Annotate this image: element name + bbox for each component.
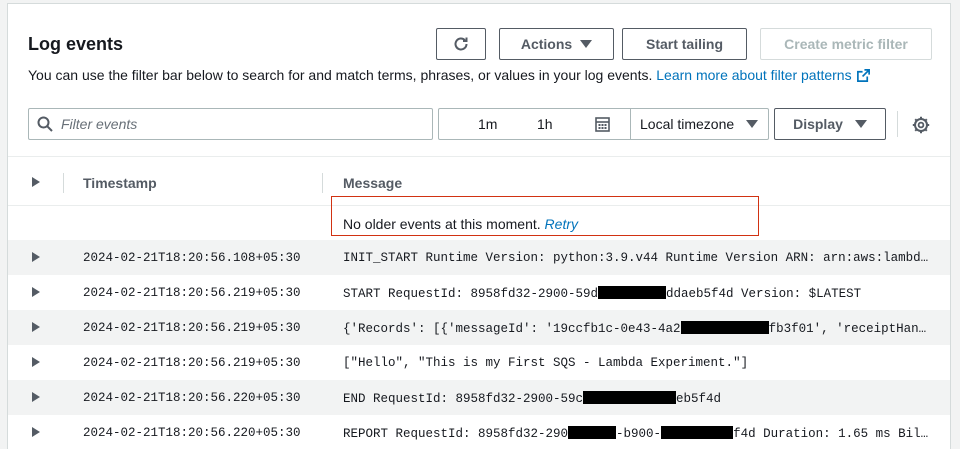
redaction-bar bbox=[680, 321, 769, 334]
message-part: {'Records': [{'messageId': '19ccfb1c-0e4… bbox=[343, 322, 681, 336]
time-range-selector: 1m 1h bbox=[438, 108, 631, 140]
retry-link[interactable]: Retry bbox=[545, 216, 578, 232]
actions-label: Actions bbox=[520, 36, 573, 52]
gear-icon[interactable] bbox=[912, 116, 930, 134]
timezone-value: Local timezone bbox=[640, 116, 735, 132]
redaction-bar bbox=[598, 286, 667, 299]
external-link-icon bbox=[856, 69, 870, 82]
message-part: fb3f01', 'receiptHandle': ' bbox=[768, 322, 933, 336]
row-timestamp: 2024-02-21T18:20:56.219+05:30 bbox=[83, 356, 301, 370]
column-header-message[interactable]: Message bbox=[343, 175, 402, 191]
expand-row-icon[interactable] bbox=[32, 357, 40, 367]
message-part: REPORT RequestId: 8958fd32-290 bbox=[343, 427, 569, 441]
learn-more-link[interactable]: Learn more about filter patterns bbox=[656, 67, 870, 83]
refresh-icon bbox=[454, 37, 468, 51]
row-timestamp: 2024-02-21T18:20:56.220+05:30 bbox=[83, 391, 301, 405]
row-message: {'Records': [{'messageId': '19ccfb1c-0e4… bbox=[343, 321, 933, 336]
row-timestamp: 2024-02-21T18:20:56.108+05:30 bbox=[83, 251, 301, 265]
log-events-table: Timestamp Message No older events at thi… bbox=[8, 156, 950, 449]
display-label: Display bbox=[793, 116, 843, 132]
expand-row-icon[interactable] bbox=[32, 322, 40, 332]
message-part: f4d Duration: 1.65 ms Billed Duration: 2… bbox=[733, 427, 933, 441]
table-row[interactable]: 2024-02-21T18:20:56.220+05:30 END Reques… bbox=[8, 380, 950, 415]
create-metric-filter-button[interactable]: Create metric filter bbox=[760, 28, 932, 60]
caret-down-icon bbox=[854, 120, 867, 128]
message-part: START RequestId: 8958fd32-2900-59d bbox=[343, 287, 599, 301]
expand-all-icon[interactable] bbox=[32, 177, 40, 187]
no-older-events-row: No older events at this moment. Retry bbox=[8, 206, 950, 240]
message-part: eb5f4d bbox=[676, 392, 722, 406]
refresh-button[interactable] bbox=[436, 28, 486, 60]
timezone-select[interactable]: Local timezone bbox=[630, 108, 769, 140]
table-row[interactable]: 2024-02-21T18:20:56.219+05:30 START Requ… bbox=[8, 275, 950, 310]
row-message: END RequestId: 8958fd32-2900-59c eb5f4d bbox=[343, 391, 933, 406]
row-message: REPORT RequestId: 8958fd32-290 -b900- f4d … bbox=[343, 426, 933, 441]
redaction-bar bbox=[661, 426, 734, 439]
redaction-bar bbox=[583, 391, 677, 404]
redaction-bar bbox=[568, 426, 617, 439]
table-row[interactable]: 2024-02-21T18:20:56.108+05:30 INIT_START… bbox=[8, 240, 950, 275]
row-message: ["Hello", "This is my First SQS - Lambda… bbox=[343, 356, 749, 370]
toolbar-divider bbox=[897, 111, 898, 137]
row-message: START RequestId: 8958fd32-2900-59d ddaeb5… bbox=[343, 286, 933, 301]
caret-down-icon bbox=[746, 120, 758, 128]
expand-row-icon[interactable] bbox=[32, 252, 40, 262]
message-part: -b900- bbox=[616, 427, 662, 441]
row-timestamp: 2024-02-21T18:20:56.220+05:30 bbox=[83, 426, 301, 440]
start-tailing-label: Start tailing bbox=[645, 36, 723, 52]
row-timestamp: 2024-02-21T18:20:56.219+05:30 bbox=[83, 321, 301, 335]
display-button[interactable]: Display bbox=[774, 108, 886, 140]
column-divider bbox=[322, 173, 323, 193]
no-older-events-text: No older events at this moment. Retry bbox=[343, 216, 578, 232]
table-row[interactable]: 2024-02-21T18:20:56.219+05:30 ["Hello", … bbox=[8, 345, 950, 380]
message-part: ddaeb5f4d Version: $LATEST bbox=[666, 287, 862, 301]
expand-row-icon[interactable] bbox=[32, 427, 40, 437]
description-text: You can use the filter bar below to sear… bbox=[28, 67, 653, 83]
log-events-panel: Log events You can use the filter bar be… bbox=[7, 3, 951, 449]
row-message: INIT_START Runtime Version: python:3.9.v… bbox=[343, 251, 933, 265]
no-older-label: No older events at this moment. bbox=[343, 216, 541, 232]
caret-down-icon bbox=[580, 40, 593, 48]
learn-more-label: Learn more about filter patterns bbox=[656, 67, 852, 83]
calendar-icon[interactable] bbox=[595, 117, 610, 132]
actions-button[interactable]: Actions bbox=[499, 28, 614, 60]
expand-row-icon[interactable] bbox=[32, 287, 40, 297]
column-divider bbox=[63, 173, 64, 193]
row-timestamp: 2024-02-21T18:20:56.219+05:30 bbox=[83, 286, 301, 300]
start-tailing-button[interactable]: Start tailing bbox=[622, 28, 747, 60]
column-header-timestamp[interactable]: Timestamp bbox=[83, 175, 157, 191]
header-description: You can use the filter bar below to sear… bbox=[28, 67, 871, 83]
filter-events-input[interactable] bbox=[61, 116, 411, 132]
table-header: Timestamp Message bbox=[8, 156, 950, 206]
table-row[interactable]: 2024-02-21T18:20:56.219+05:30 {'Records'… bbox=[8, 310, 950, 345]
range-1h-option[interactable]: 1h bbox=[537, 116, 553, 132]
message-part: END RequestId: 8958fd32-2900-59c bbox=[343, 392, 584, 406]
page-title: Log events bbox=[28, 34, 124, 54]
create-metric-filter-label: Create metric filter bbox=[784, 36, 908, 52]
table-row[interactable]: 2024-02-21T18:20:56.220+05:30 REPORT Req… bbox=[8, 415, 950, 449]
filter-events-field[interactable] bbox=[28, 108, 433, 140]
expand-row-icon[interactable] bbox=[32, 392, 40, 402]
search-icon bbox=[37, 116, 53, 132]
range-1m-option[interactable]: 1m bbox=[478, 116, 497, 132]
